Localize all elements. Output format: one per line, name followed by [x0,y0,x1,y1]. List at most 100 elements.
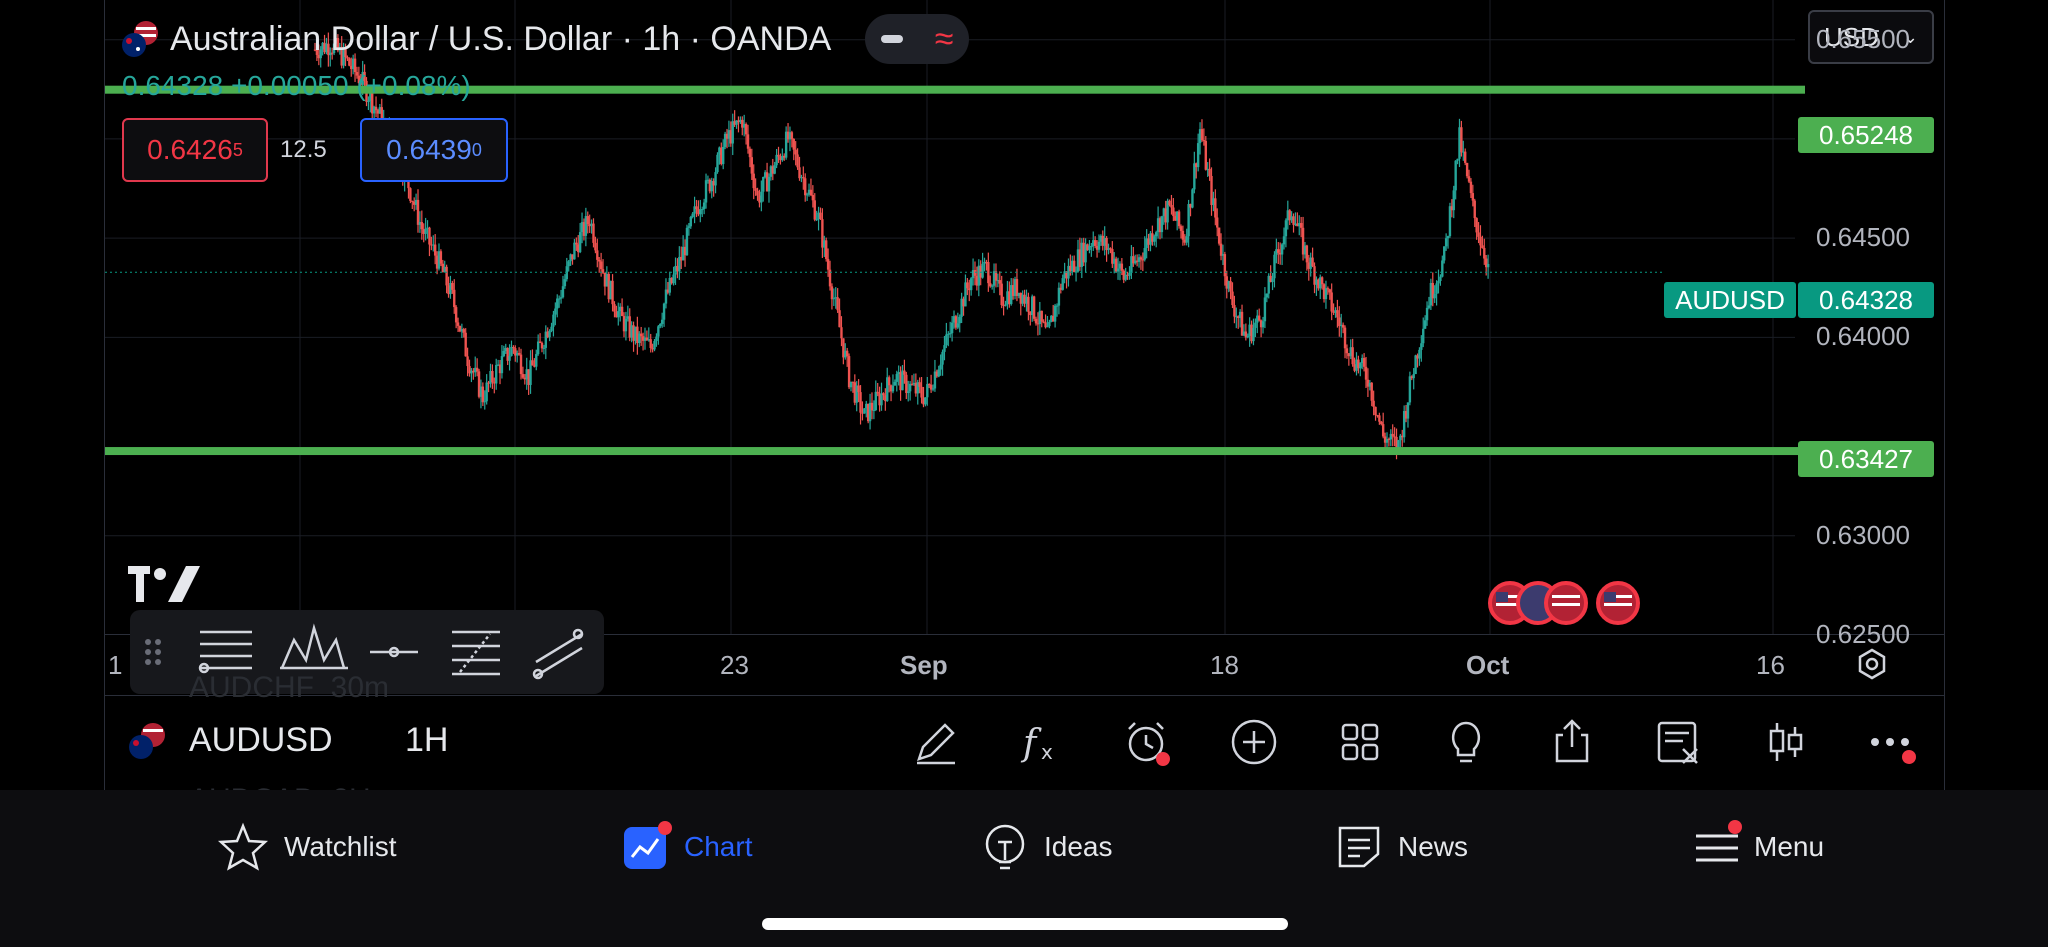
symbol-label[interactable]: AUDUSD [189,721,333,760]
candle-body [1196,143,1200,168]
candle-body [1443,246,1446,261]
candle-body [966,282,969,289]
candle-body [445,266,448,286]
event-markers[interactable] [1488,580,1648,626]
candle-body [433,244,437,256]
candle-body [1441,260,1444,277]
candle-body [1048,321,1051,327]
candle-body [744,124,748,135]
candle-body [502,351,506,357]
candle-body [559,297,563,299]
candle-body [1154,232,1158,237]
candle-body [1177,211,1181,227]
candle-body [662,303,666,320]
candle-body [1359,363,1362,369]
candle-body [1229,281,1232,292]
candle-body [1168,200,1171,205]
minus-icon[interactable] [881,35,904,43]
nav-chart[interactable]: Chart [622,821,752,872]
alert-button[interactable] [1116,712,1176,772]
candle-body [1185,236,1188,243]
candle-body [1191,189,1194,208]
nav-menu[interactable]: Menu [1694,820,1825,872]
candle-body [1452,190,1455,211]
aud-usd-flag-icon [122,21,158,57]
candle-body [1120,263,1124,271]
candle-body [649,339,652,348]
add-button[interactable] [1224,712,1284,772]
chart-type-button[interactable] [1756,712,1816,772]
wave-icon[interactable]: ≈ [935,22,954,56]
nav-news[interactable]: News [1334,822,1468,872]
candle-body [830,286,834,300]
candle-body [1200,129,1204,140]
candle-body [1378,415,1381,422]
svg-text:f: f [1020,723,1042,764]
candle-body [1160,216,1164,233]
candle-body [561,286,565,298]
candle-body [578,232,582,253]
candle-body [870,402,874,411]
candle-body [538,341,542,343]
indicators-button[interactable]: fx [1012,712,1072,772]
candle-body [887,377,891,386]
symbol-title[interactable]: Australian Dollar / U.S. Dollar · 1h · O… [170,20,831,59]
horizontal-lines-icon [198,630,252,674]
level-tag-lower[interactable]: 0.63427 [1798,441,1934,477]
sell-button[interactable]: 0.6426 5 [122,118,268,182]
candle-body [826,258,830,270]
candle-body [1208,168,1211,176]
candle-body [1437,280,1440,284]
buy-button[interactable]: 0.6439 0 [360,118,508,182]
news-icon [1338,826,1380,868]
candle-body [756,190,759,196]
candle-body [1351,347,1354,365]
tradingview-logo [128,566,200,607]
indicator-toggle[interactable]: ≈ [865,14,970,64]
clear-list-icon [1657,721,1698,764]
candle-body [857,385,860,393]
candle-body [512,347,515,349]
chart-right-border [1944,0,1945,790]
share-button[interactable] [1542,712,1602,772]
candle-body [1454,160,1457,191]
candle-body [760,191,763,203]
candle-body [483,401,486,403]
level-tag-upper[interactable]: 0.65248 [1798,117,1934,153]
nav-ideas[interactable]: Ideas [980,822,1113,872]
chart-settings-icon[interactable] [1856,648,1888,685]
ideas-publish-button[interactable] [1436,712,1496,772]
candle-body [1448,206,1452,237]
nav-menu-label: Menu [1754,831,1825,862]
candle-body [1374,406,1377,416]
candle-body [1471,193,1475,201]
more-button[interactable] [1860,712,1920,772]
candle-body [998,280,1001,284]
candle-body [1469,181,1473,194]
candle-body [1483,247,1486,259]
candle-body [411,200,414,202]
grid-icon [1341,723,1379,761]
layout-button[interactable] [1330,712,1390,772]
candle-body [1187,204,1190,237]
candle-body [521,374,525,378]
remove-drawings-button[interactable] [1648,712,1708,772]
candle-body [1193,163,1196,190]
candle-body [882,393,885,396]
candle-body [798,167,801,179]
candle-body [918,382,921,387]
nav-watchlist[interactable]: Watchlist [216,822,397,872]
candle-body [1477,232,1480,237]
candle-body [950,322,954,334]
candle-body [937,369,940,377]
candle-body [1456,158,1459,161]
candle-body [777,154,780,157]
candle-body [1381,424,1385,437]
draw-button[interactable] [906,712,966,772]
candle-body [804,178,807,196]
candle-body [613,304,616,312]
interval-label[interactable]: 1H [405,721,448,760]
candle-body [1217,227,1221,244]
candles-icon [1769,723,1803,761]
candle-body [556,298,559,309]
